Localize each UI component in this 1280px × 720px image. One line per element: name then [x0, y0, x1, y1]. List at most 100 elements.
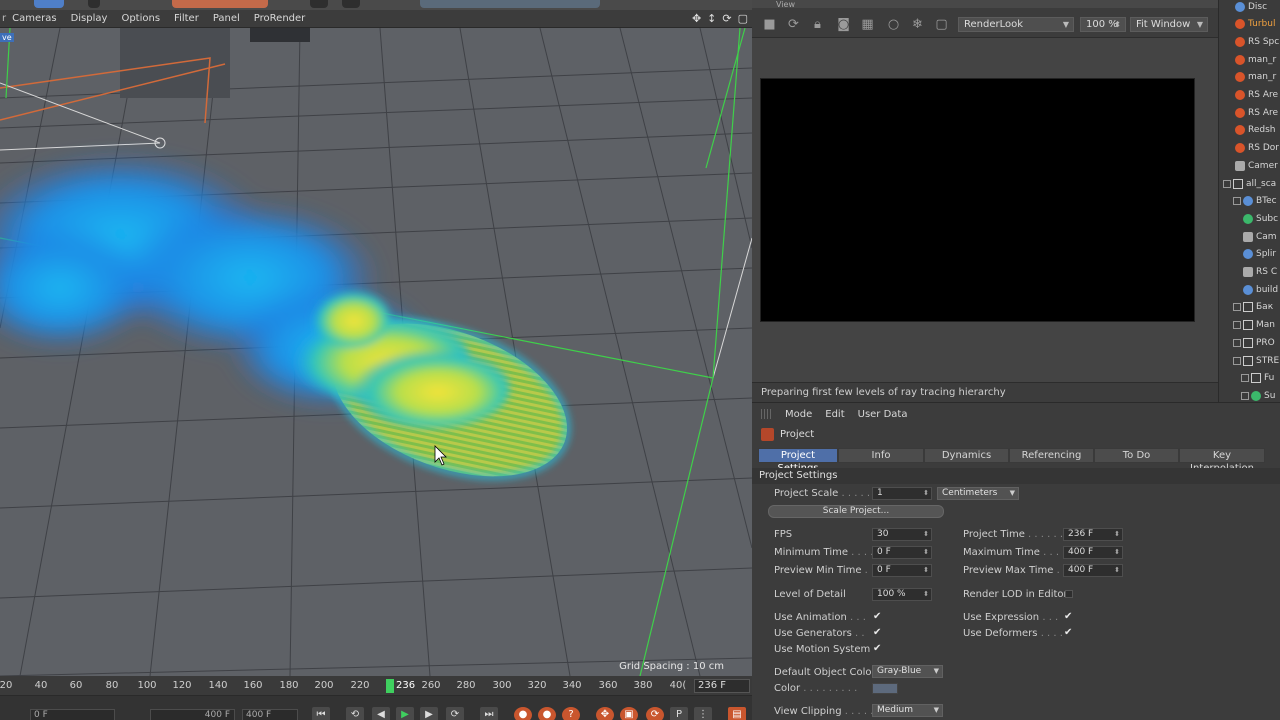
expand-toggle-icon[interactable]: [1233, 303, 1241, 312]
object-row[interactable]: Turbul: [1219, 16, 1280, 33]
render-output-canvas[interactable]: [760, 78, 1195, 322]
scale-key-icon[interactable]: ▣: [620, 707, 638, 720]
scale-project-button[interactable]: Scale Project...: [768, 505, 944, 518]
lod-field[interactable]: 100 % ⬍: [872, 588, 932, 601]
tab-project-settings[interactable]: Project Settings: [758, 448, 838, 474]
project-time-field[interactable]: 236 F ⬍: [1063, 528, 1123, 541]
menu-options[interactable]: Options: [121, 13, 160, 24]
current-frame-field[interactable]: 236 F: [694, 679, 750, 693]
object-row[interactable]: Disc: [1219, 0, 1280, 15]
object-row[interactable]: Splir: [1219, 246, 1280, 263]
start-frame-field[interactable]: 0 F: [30, 709, 115, 720]
autokey-icon[interactable]: ●: [538, 707, 556, 720]
prev-frame-icon[interactable]: ◀: [372, 707, 390, 720]
use-generators-checkbox[interactable]: ✔: [873, 628, 883, 638]
toolbar-button[interactable]: [342, 0, 360, 8]
use-expression-checkbox[interactable]: ✔: [1064, 612, 1074, 622]
menu-prorender[interactable]: ProRender: [254, 13, 305, 24]
fit-window-dropdown[interactable]: Fit Window ▼: [1130, 17, 1208, 32]
view-clipping-dropdown[interactable]: Medium ▼: [872, 704, 943, 717]
use-motion-checkbox[interactable]: ✔: [873, 644, 883, 654]
object-row[interactable]: BTec: [1219, 193, 1280, 210]
object-row[interactable]: STRE: [1219, 352, 1280, 369]
stop-render-icon[interactable]: ■: [762, 17, 777, 32]
toolbar-button[interactable]: [310, 0, 328, 8]
menu-edit[interactable]: Edit: [825, 409, 844, 420]
snapshot-camera-icon[interactable]: ◙: [836, 17, 851, 32]
use-animation-checkbox[interactable]: ✔: [873, 612, 883, 622]
preview-max-field[interactable]: 400 F ⬍: [1063, 564, 1123, 577]
menu-user-data[interactable]: User Data: [858, 409, 908, 420]
expand-toggle-icon[interactable]: [1233, 321, 1241, 330]
toolbar-button[interactable]: [34, 0, 64, 8]
object-row[interactable]: RS Are: [1219, 104, 1280, 121]
keyframe-selection-icon[interactable]: ?: [562, 707, 580, 720]
end-frame-field[interactable]: 400 F: [150, 709, 235, 720]
project-scale-unit-dropdown[interactable]: Centimeters ▼: [937, 487, 1019, 500]
zoom-view-icon[interactable]: ↕: [707, 12, 716, 25]
use-deformers-checkbox[interactable]: ✔: [1064, 628, 1074, 638]
object-row[interactable]: Fu: [1219, 370, 1280, 387]
project-scale-field[interactable]: 1 ⬍: [872, 487, 932, 500]
menu-view-edge[interactable]: r: [2, 13, 6, 24]
grid-icon[interactable]: ▦: [860, 17, 875, 32]
snowflake-icon[interactable]: ❄: [910, 17, 925, 32]
tab-referencing[interactable]: Referencing: [1009, 448, 1094, 463]
object-row[interactable]: RS C: [1219, 264, 1280, 281]
tab-info[interactable]: Info: [838, 448, 924, 463]
object-row[interactable]: Man: [1219, 317, 1280, 334]
timeline-menu-icon[interactable]: ▤: [728, 707, 746, 720]
position-key-icon[interactable]: ✥: [596, 707, 614, 720]
object-row[interactable]: all_sca: [1219, 175, 1280, 192]
expand-toggle-icon[interactable]: [1233, 197, 1241, 206]
rotation-key-icon[interactable]: ⟳: [646, 707, 664, 720]
next-frame-icon[interactable]: ▶: [420, 707, 438, 720]
object-row[interactable]: RS Spc: [1219, 33, 1280, 50]
expand-toggle-icon[interactable]: [1241, 374, 1249, 383]
menu-mode[interactable]: Mode: [785, 409, 812, 420]
play-icon[interactable]: ▶: [396, 707, 414, 720]
render-setting-dropdown[interactable]: RenderLook ▼: [958, 17, 1074, 32]
go-to-start-icon[interactable]: ⏮: [312, 707, 330, 720]
preview-end-field[interactable]: 400 F: [242, 709, 298, 720]
prev-key-icon[interactable]: ⟲: [346, 707, 364, 720]
pla-key-icon[interactable]: ⋮: [694, 707, 712, 720]
menu-panel[interactable]: Panel: [213, 13, 240, 24]
object-row[interactable]: Бак: [1219, 299, 1280, 316]
timeline-ruler[interactable]: 20 40 60 80 100 120 140 160 180 200 220 …: [0, 676, 752, 696]
grip-icon[interactable]: [761, 409, 771, 419]
expand-toggle-icon[interactable]: [1233, 356, 1241, 365]
record-icon[interactable]: ●: [514, 707, 532, 720]
toolbar-button-group[interactable]: [420, 0, 600, 8]
object-row[interactable]: build: [1219, 281, 1280, 298]
object-row[interactable]: RS Are: [1219, 87, 1280, 104]
color-swatch[interactable]: [872, 683, 898, 694]
object-row[interactable]: Redsh: [1219, 122, 1280, 139]
toolbar-button[interactable]: [88, 0, 100, 8]
go-to-end-icon[interactable]: ⏭: [480, 707, 498, 720]
object-row[interactable]: Cam: [1219, 228, 1280, 245]
tab-dynamics[interactable]: Dynamics: [924, 448, 1009, 463]
parameter-key-icon[interactable]: P: [670, 707, 688, 720]
expand-toggle-icon[interactable]: [1223, 179, 1231, 188]
render-lod-checkbox[interactable]: [1065, 590, 1073, 598]
maximize-view-icon[interactable]: ▢: [738, 12, 748, 25]
tab-key-interpolation[interactable]: Key Interpolation: [1179, 448, 1265, 474]
object-row[interactable]: RS Dor: [1219, 140, 1280, 157]
object-row[interactable]: PRO: [1219, 334, 1280, 351]
zoom-field[interactable]: 100 % ⬍: [1080, 17, 1126, 32]
menu-filter[interactable]: Filter: [174, 13, 199, 24]
fps-field[interactable]: 30 ⬍: [872, 528, 932, 541]
refresh-render-icon[interactable]: ⟳: [786, 17, 801, 32]
toolbar-button-group[interactable]: [172, 0, 268, 8]
max-time-field[interactable]: 400 F ⬍: [1063, 546, 1123, 559]
object-row[interactable]: Su: [1219, 387, 1280, 402]
next-key-icon[interactable]: ⟳: [446, 707, 464, 720]
object-row[interactable]: Camer: [1219, 157, 1280, 174]
region-icon[interactable]: ▢: [934, 17, 949, 32]
object-row[interactable]: man_r: [1219, 51, 1280, 68]
object-row[interactable]: Subc: [1219, 210, 1280, 227]
menu-display[interactable]: Display: [71, 13, 108, 24]
3d-viewport[interactable]: ve Grid Spacing : 10 cm: [0, 28, 752, 676]
default-color-dropdown[interactable]: Gray-Blue ▼: [872, 665, 943, 678]
